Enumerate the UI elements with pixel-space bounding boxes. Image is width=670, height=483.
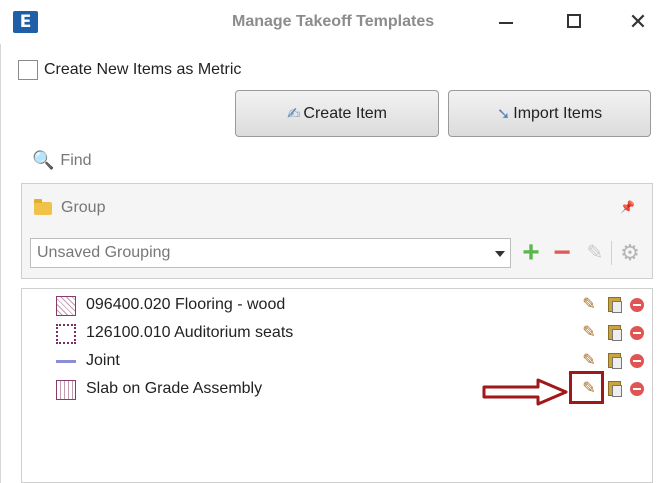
title-bar: E Manage Takeoff Templates ✕ <box>0 0 670 44</box>
item-label: 096400.020 Flooring - wood <box>86 296 286 313</box>
list-item[interactable]: 096400.020 Flooring - wood ✎ <box>22 291 652 319</box>
hatched-swatch-icon <box>56 296 76 316</box>
minimize-icon <box>499 21 513 24</box>
window-title: Manage Takeoff Templates <box>232 13 435 30</box>
import-items-button[interactable]: ➘ Import Items <box>448 90 651 137</box>
maximize-button[interactable] <box>554 8 594 36</box>
group-label: Group <box>61 199 106 216</box>
delete-icon[interactable] <box>627 294 647 316</box>
remove-grouping-button[interactable]: − <box>549 238 575 268</box>
edit-pencil-icon[interactable]: ✎ <box>579 350 599 372</box>
delete-icon[interactable] <box>627 322 647 344</box>
metric-checkbox[interactable] <box>18 60 38 80</box>
app-logo-icon: E <box>13 11 38 33</box>
delete-icon[interactable] <box>627 378 647 400</box>
vertical-lines-swatch-icon <box>56 380 76 400</box>
grouping-settings-button[interactable]: ⚙ <box>617 240 643 266</box>
toolbar-divider <box>611 241 612 265</box>
annotation-arrow-icon <box>482 378 568 406</box>
item-label: 126100.010 Auditorium seats <box>86 324 294 341</box>
create-item-label: Create Item <box>303 104 387 122</box>
minimize-button[interactable] <box>486 8 526 36</box>
copy-icon[interactable] <box>604 322 624 344</box>
delete-icon[interactable] <box>627 350 647 372</box>
pin-icon[interactable]: 📌 <box>620 200 635 214</box>
copy-icon[interactable] <box>604 350 624 372</box>
edit-pencil-icon[interactable]: ✎ <box>579 294 599 316</box>
edit-grouping-button[interactable]: ✎ <box>582 240 608 266</box>
group-header[interactable]: Group <box>34 198 106 217</box>
import-items-icon: ➘ <box>496 105 511 123</box>
search-icon: 🔍 <box>32 150 55 170</box>
list-item[interactable]: Joint ✎ <box>22 347 652 375</box>
create-item-button[interactable]: ✍ Create Item <box>235 90 439 137</box>
edit-pencil-icon[interactable]: ✎ <box>579 322 599 344</box>
copy-icon[interactable] <box>604 294 624 316</box>
chevron-down-icon <box>495 251 505 257</box>
highlight-box <box>569 371 604 404</box>
line-swatch-icon <box>56 360 76 363</box>
close-button[interactable]: ✕ <box>618 8 658 36</box>
grouping-selected-value: Unsaved Grouping <box>37 244 171 261</box>
create-item-icon: ✍ <box>287 105 301 123</box>
maximize-icon <box>567 14 581 29</box>
find-box[interactable]: 🔍 Find <box>32 150 92 171</box>
group-panel: Group 📌 Unsaved Grouping + − ✎ ⚙ <box>21 183 653 279</box>
item-label: Joint <box>86 352 120 369</box>
grouping-dropdown[interactable]: Unsaved Grouping <box>30 238 511 268</box>
add-grouping-button[interactable]: + <box>518 238 544 268</box>
import-items-label: Import Items <box>513 104 603 122</box>
metric-option: Create New Items as Metric <box>18 60 241 80</box>
list-item[interactable]: 126100.010 Auditorium seats ✎ <box>22 319 652 347</box>
copy-icon[interactable] <box>604 378 624 400</box>
dotted-swatch-icon <box>56 324 76 344</box>
find-label: Find <box>60 151 92 169</box>
metric-label: Create New Items as Metric <box>44 61 242 78</box>
item-label: Slab on Grade Assembly <box>86 380 263 397</box>
folder-icon <box>34 198 52 215</box>
window-border <box>0 44 1 483</box>
